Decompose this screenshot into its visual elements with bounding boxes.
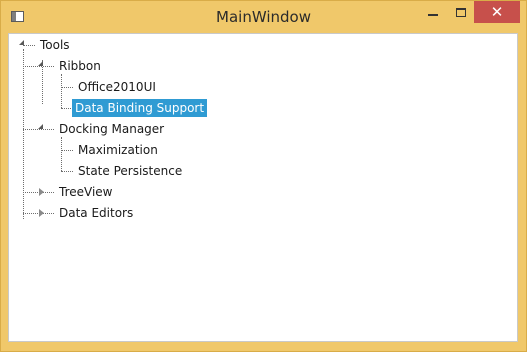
- tree-item-label: Tools: [40, 38, 70, 52]
- tree-connector: [23, 129, 54, 130]
- expand-toggle-icon[interactable]: [19, 40, 24, 45]
- tree-connector: [61, 137, 62, 171]
- tree-item-label: TreeView: [59, 185, 113, 199]
- title-bar[interactable]: MainWindow ✕: [1, 1, 526, 33]
- tree-connector: [61, 74, 62, 108]
- tree-connector: [23, 45, 35, 46]
- tree-item-maximization[interactable]: Maximization: [75, 141, 161, 159]
- tree-connector: [61, 150, 73, 151]
- tree-item-label: Ribbon: [59, 59, 101, 73]
- tree-item-label: Data Binding Support: [72, 99, 208, 117]
- tree-item-label: State Persistence: [78, 164, 183, 178]
- tree-item-ribbon[interactable]: Ribbon: [56, 57, 104, 75]
- tree-item-treeview[interactable]: TreeView: [56, 183, 115, 201]
- tree-item-tools[interactable]: Tools: [37, 36, 73, 54]
- tree-item-data-editors[interactable]: Data Editors: [56, 204, 136, 222]
- expand-toggle-icon[interactable]: [38, 124, 43, 129]
- tree-connector: [23, 66, 54, 67]
- tree-item-docking-manager[interactable]: Docking Manager: [56, 120, 167, 138]
- collapse-toggle-icon[interactable]: [39, 188, 44, 196]
- tree-connector: [61, 171, 73, 172]
- tree-connector: [23, 49, 24, 219]
- close-button[interactable]: ✕: [474, 1, 520, 23]
- tree-item-state-persistence[interactable]: State Persistence: [75, 162, 185, 180]
- collapse-toggle-icon[interactable]: [39, 209, 44, 217]
- minimize-icon: [428, 14, 438, 16]
- tree-item-label: Docking Manager: [59, 122, 165, 136]
- tree-connector: [61, 87, 73, 88]
- maximize-icon: [456, 7, 466, 17]
- tree-view[interactable]: Tools Ribbon Office2010UI Data Binding S…: [8, 33, 518, 342]
- main-window: MainWindow ✕ Tools Ribbon Office2010UI D…: [0, 0, 527, 352]
- tree-item-data-binding-support[interactable]: Data Binding Support: [72, 99, 208, 117]
- expand-toggle-icon[interactable]: [38, 61, 43, 66]
- close-icon: ✕: [490, 2, 504, 21]
- maximize-button[interactable]: [444, 1, 478, 23]
- tree-item-label: Office2010UI: [78, 80, 156, 94]
- tree-item-label: Data Editors: [59, 206, 134, 220]
- tree-item-office2010ui[interactable]: Office2010UI: [75, 78, 159, 96]
- tree-item-label: Maximization: [78, 143, 158, 157]
